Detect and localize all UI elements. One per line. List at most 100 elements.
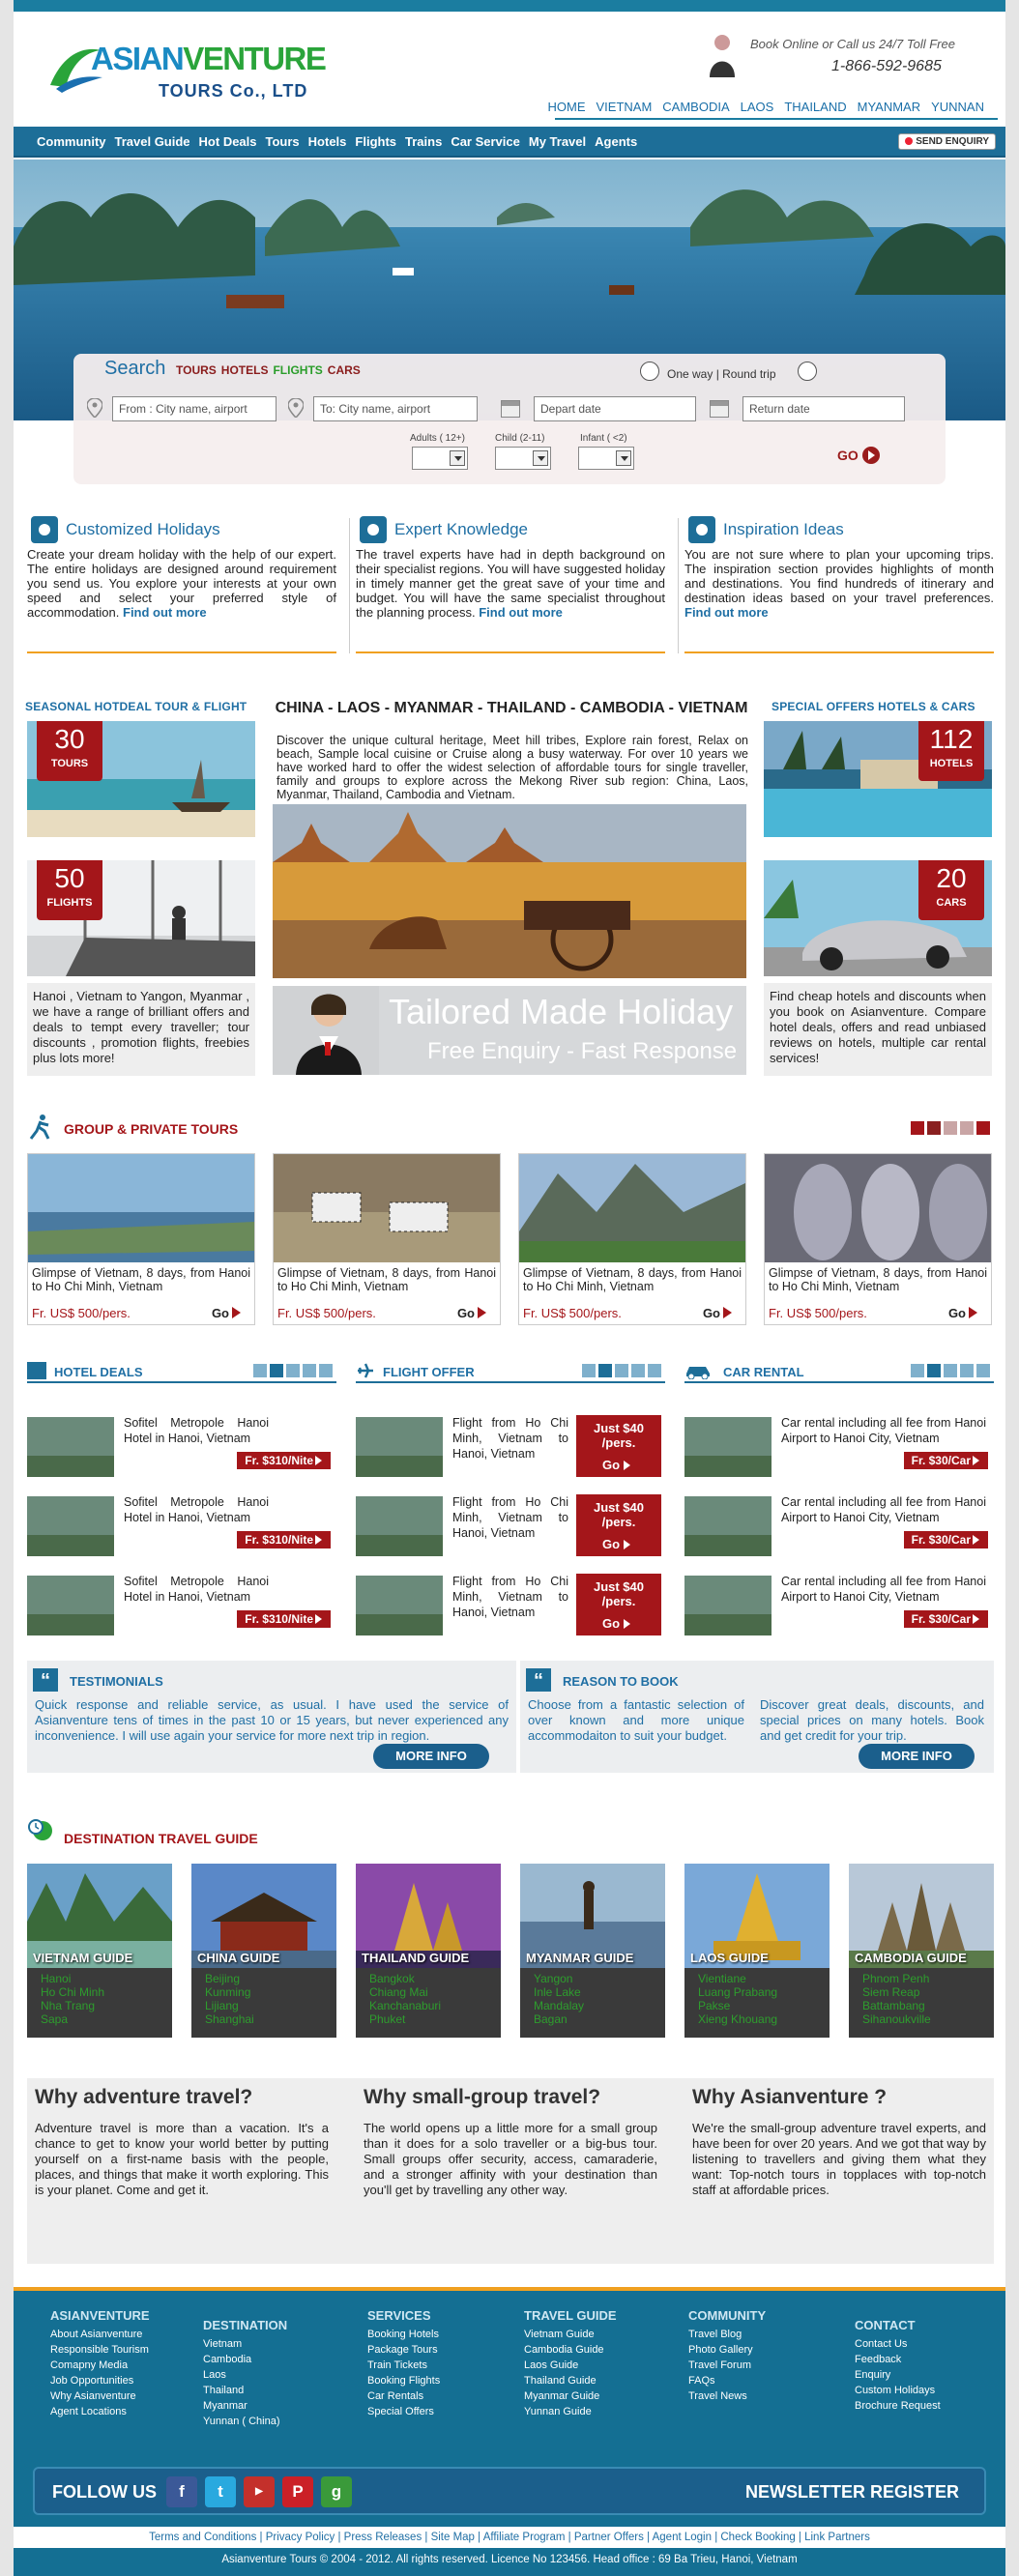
nav-community[interactable]: Community [37, 134, 106, 149]
newsletter-register-button[interactable]: NEWSLETTER REGISTER [745, 2482, 959, 2503]
guide-city-link[interactable]: Sapa [41, 2012, 104, 2026]
car-rental-item[interactable]: Car rental including all fee from Hanoi … [684, 1491, 994, 1560]
child-select[interactable] [495, 447, 551, 470]
search-tab-cars[interactable]: CARS [328, 363, 361, 377]
footer-link[interactable]: Travel News [688, 2388, 766, 2404]
flight-offer-price[interactable]: Just $40 /pers. Go [576, 1415, 661, 1477]
send-enquiry-button[interactable]: SEND ENQUIRY [898, 133, 996, 150]
guide-city-link[interactable]: Kunming [205, 1985, 254, 1999]
footer-link[interactable]: Car Rentals [367, 2388, 440, 2404]
pager-dot[interactable] [927, 1121, 941, 1135]
footer-link[interactable]: Brochure Request [855, 2398, 941, 2414]
nav-hot-deals[interactable]: Hot Deals [199, 134, 257, 149]
pager-dot[interactable] [286, 1364, 300, 1377]
guide-city-link[interactable]: Pakse [698, 1999, 777, 2012]
guide-card-vietnam[interactable]: VIETNAM GUIDE Hanoi Ho Chi Minh Nha Trang S… [27, 1864, 172, 2038]
tour-card[interactable]: Glimpse of Vietnam, 8 days, from Hanoi t… [273, 1153, 501, 1325]
nav-travel-guide[interactable]: Travel Guide [115, 134, 190, 149]
tour-card[interactable]: Glimpse of Vietnam, 8 days, from Hanoi t… [764, 1153, 992, 1325]
guide-city-link[interactable]: Xieng Khouang [698, 2012, 777, 2026]
hotel-deal-price[interactable]: Fr. $310/Nite [237, 1610, 331, 1628]
footer-link[interactable]: Job Opportunities [50, 2373, 150, 2388]
tour-go-button[interactable]: Go [703, 1306, 738, 1320]
testimonials-more-info-button[interactable]: MORE INFO [373, 1744, 489, 1769]
flights-promo[interactable]: 50 FLIGHTS [27, 860, 255, 976]
footer-link[interactable]: Laos Guide [524, 2358, 617, 2373]
footer-link[interactable]: Special Offers [367, 2404, 440, 2419]
nav-trains[interactable]: Trains [405, 134, 442, 149]
footer-link[interactable]: Photo Gallery [688, 2342, 766, 2358]
find-out-more-link[interactable]: Find out more [684, 605, 769, 620]
guide-card-myanmar[interactable]: MYANMAR GUIDE Yangon Inle Lake Mandalay Bag… [520, 1864, 665, 2038]
footer-link[interactable]: Agent Locations [50, 2404, 150, 2419]
reason-more-info-button[interactable]: MORE INFO [859, 1744, 975, 1769]
guide-city-link[interactable]: Phnom Penh [862, 1972, 931, 1985]
top-nav-thailand[interactable]: THAILAND [784, 100, 846, 114]
footer-link[interactable]: Package Tours [367, 2342, 440, 2358]
top-nav-myanmar[interactable]: MYANMAR [858, 100, 920, 114]
guide-city-link[interactable]: Ho Chi Minh [41, 1985, 104, 1999]
footer-link[interactable]: Responsible Tourism [50, 2342, 150, 2358]
pager-dot[interactable] [270, 1364, 283, 1377]
tour-card[interactable]: Glimpse of Vietnam, 8 days, from Hanoi t… [518, 1153, 746, 1325]
footer-link[interactable]: Cambodia Guide [524, 2342, 617, 2358]
from-input[interactable]: From : City name, airport [112, 396, 277, 421]
top-nav-vietnam[interactable]: VIETNAM [596, 100, 652, 114]
pager-dot[interactable] [615, 1364, 628, 1377]
footer-link[interactable]: Feedback [855, 2352, 941, 2367]
guide-city-link[interactable]: Bangkok [369, 1972, 441, 1985]
car-rental-price[interactable]: Fr. $30/Car [903, 1610, 988, 1628]
tour-card[interactable]: Glimpse of Vietnam, 8 days, from Hanoi t… [27, 1153, 255, 1325]
guide-card-china[interactable]: CHINA GUIDE Beijing Kunming Lijiang Shangha… [191, 1864, 336, 2038]
guide-card-thailand[interactable]: THAILAND GUIDE Bangkok Chiang Mai Kanchana… [356, 1864, 501, 2038]
guide-city-link[interactable]: Battambang [862, 1999, 931, 2012]
footer-link[interactable]: Thailand Guide [524, 2373, 617, 2388]
hotels-promo[interactable]: 112 HOTELS [764, 721, 992, 837]
nav-car-service[interactable]: Car Service [451, 134, 520, 149]
next-arrow-icon[interactable] [976, 1121, 990, 1135]
depart-date-input[interactable]: Depart date [534, 396, 696, 421]
footer-link[interactable]: Booking Flights [367, 2373, 440, 2388]
footer-link[interactable]: Laos [203, 2367, 287, 2383]
tour-go-button[interactable]: Go [212, 1306, 247, 1320]
site-logo[interactable]: ASIANVENTURE TOURS Co., LTD [46, 39, 336, 116]
footer-link[interactable]: Enquiry [855, 2367, 941, 2383]
prev-arrow-icon[interactable] [911, 1121, 924, 1135]
footer-link[interactable]: Myanmar [203, 2398, 287, 2414]
guide-card-cambodia[interactable]: CAMBODIA GUIDE Phnom Penh Siem Reap Battam… [849, 1864, 994, 2038]
guide-city-link[interactable]: Yangon [534, 1972, 584, 1985]
return-date-input[interactable]: Return date [742, 396, 905, 421]
pager-dot[interactable] [944, 1364, 957, 1377]
next-arrow-icon[interactable] [319, 1364, 333, 1377]
hotel-deal-item[interactable]: Sofitel Metropole Hanoi Hotel in Hanoi, … [27, 1491, 336, 1560]
footer-link[interactable]: Yunnan ( China) [203, 2414, 287, 2429]
tour-go-button[interactable]: Go [457, 1306, 492, 1320]
hotel-deal-item[interactable]: Sofitel Metropole Hanoi Hotel in Hanoi, … [27, 1570, 336, 1639]
prev-arrow-icon[interactable] [582, 1364, 596, 1377]
round-trip-radio[interactable] [798, 362, 817, 381]
footer-link[interactable]: Contact Us [855, 2336, 941, 2352]
guide-city-link[interactable]: Chiang Mai [369, 1985, 441, 1999]
search-tab-tours[interactable]: TOURS [176, 363, 217, 377]
tours-promo[interactable]: 30 TOURS [27, 721, 255, 837]
top-nav-laos[interactable]: LAOS [741, 100, 774, 114]
next-arrow-icon[interactable] [648, 1364, 661, 1377]
flight-offer-item[interactable]: Flight from Ho Chi Minh, Vietnam to Hano… [356, 1411, 665, 1481]
guide-city-link[interactable]: Nha Trang [41, 1999, 104, 2012]
car-rental-price[interactable]: Fr. $30/Car [903, 1452, 988, 1469]
facebook-icon[interactable]: f [166, 2476, 197, 2507]
twitter-icon[interactable]: t [205, 2476, 236, 2507]
footer-link[interactable]: Vietnam [203, 2336, 287, 2352]
pager-dot[interactable] [944, 1121, 957, 1135]
adults-select[interactable] [412, 447, 468, 470]
top-nav-home[interactable]: HOME [547, 100, 585, 114]
footer-links-bar[interactable]: Terms and Conditions | Privacy Policy | … [14, 2527, 1005, 2548]
pager-dot[interactable] [960, 1121, 974, 1135]
flight-offer-item[interactable]: Flight from Ho Chi Minh, Vietnam to Hano… [356, 1491, 665, 1560]
calendar-icon[interactable] [501, 400, 520, 418]
pager-dot[interactable] [303, 1364, 316, 1377]
footer-link[interactable]: Train Tickets [367, 2358, 440, 2373]
guide-city-link[interactable]: Mandalay [534, 1999, 584, 2012]
pager-dot[interactable] [927, 1364, 941, 1377]
footer-link[interactable]: Vietnam Guide [524, 2327, 617, 2342]
